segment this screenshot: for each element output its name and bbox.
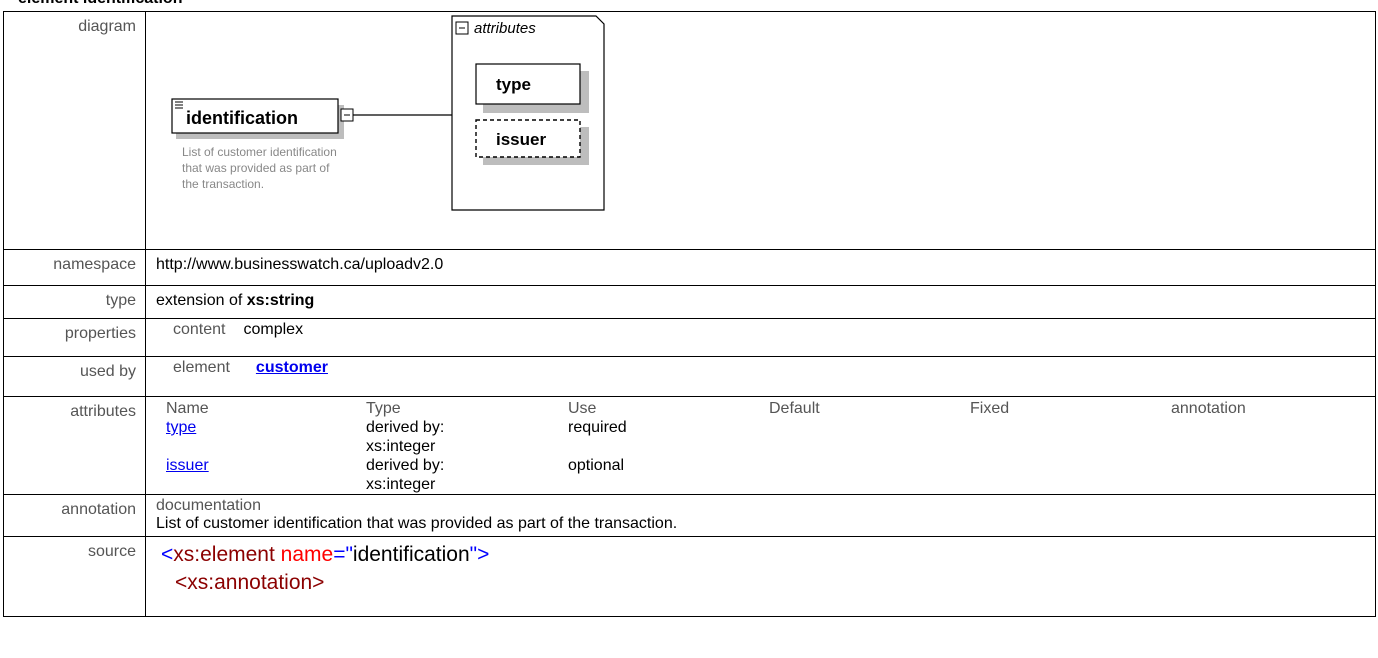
properties-cell: content complex	[145, 318, 1376, 357]
diagram-cell: identification List of customer identifi…	[145, 11, 1376, 250]
col-header-name: Name	[166, 400, 209, 417]
element-doc-table: diagram identification List of customer …	[3, 11, 1376, 617]
annotation-value: List of customer identification that was…	[156, 515, 678, 532]
schema-diagram-svg: identification List of customer identifi…	[171, 15, 605, 211]
col-header-use: Use	[568, 400, 597, 417]
table-row: issuer derived by: xs:integer optional	[162, 456, 1365, 494]
row-label-attributes: attributes	[3, 396, 146, 495]
attr-link-type[interactable]: type	[166, 419, 196, 436]
attr-type-issuer: derived by: xs:integer	[366, 457, 445, 493]
used-by-key: element	[173, 359, 230, 376]
type-attr-label: type	[496, 75, 531, 94]
row-label-properties: properties	[3, 318, 146, 357]
row-label-namespace: namespace	[3, 249, 146, 286]
row-label-diagram: diagram	[3, 11, 146, 250]
attributes-cell: Name Type Use Default Fixed annotation t…	[145, 396, 1376, 495]
attr-type-type: derived by: xs:integer	[366, 419, 445, 455]
issuer-attr-label: issuer	[496, 130, 546, 149]
namespace-value: http://www.businesswatch.ca/uploadv2.0	[145, 249, 1376, 286]
col-header-type: Type	[366, 400, 401, 417]
type-prefix: extension of	[156, 292, 243, 309]
properties-key: content	[173, 321, 226, 338]
annotation-cell: documentation List of customer identific…	[145, 494, 1376, 537]
annotation-key: documentation	[156, 497, 261, 514]
schema-diagram: identification List of customer identifi…	[146, 12, 1375, 242]
used-by-cell: element customer	[145, 356, 1376, 397]
row-label-used-by: used by	[3, 356, 146, 397]
row-label-annotation: annotation	[3, 494, 146, 537]
element-doc-line-1: List of customer identification	[182, 145, 337, 159]
row-label-type: type	[3, 285, 146, 319]
source-cell: <xs:element name="identification"> <xs:a…	[145, 536, 1376, 617]
table-row: type derived by: xs:integer required	[162, 418, 1365, 456]
attributes-table: Name Type Use Default Fixed annotation t…	[162, 399, 1365, 494]
attr-use-issuer: optional	[568, 457, 625, 474]
properties-value: complex	[243, 321, 304, 338]
col-header-fixed: Fixed	[970, 400, 1010, 417]
type-value: extension of xs:string	[145, 285, 1376, 319]
col-header-annotation: annotation	[1171, 400, 1246, 417]
element-doc-line-3: the transaction.	[182, 177, 264, 191]
element-doc-line-2: that was provided as part of	[182, 161, 330, 175]
type-base: xs:string	[246, 292, 315, 309]
attr-link-issuer[interactable]: issuer	[166, 457, 209, 474]
col-header-default: Default	[769, 400, 820, 417]
element-name-label: identification	[186, 108, 298, 128]
attributes-group-label: attributes	[474, 20, 536, 37]
source-line-2: <xs:annotation>	[175, 571, 325, 594]
row-label-source: source	[3, 536, 146, 617]
attr-use-type: required	[568, 419, 627, 436]
used-by-customer-link[interactable]: customer	[256, 359, 328, 377]
page-title: element identification	[18, 0, 182, 8]
attributes-header-row: Name Type Use Default Fixed annotation	[162, 399, 1365, 418]
source-line-1: <xs:element name="identification">	[161, 543, 490, 566]
